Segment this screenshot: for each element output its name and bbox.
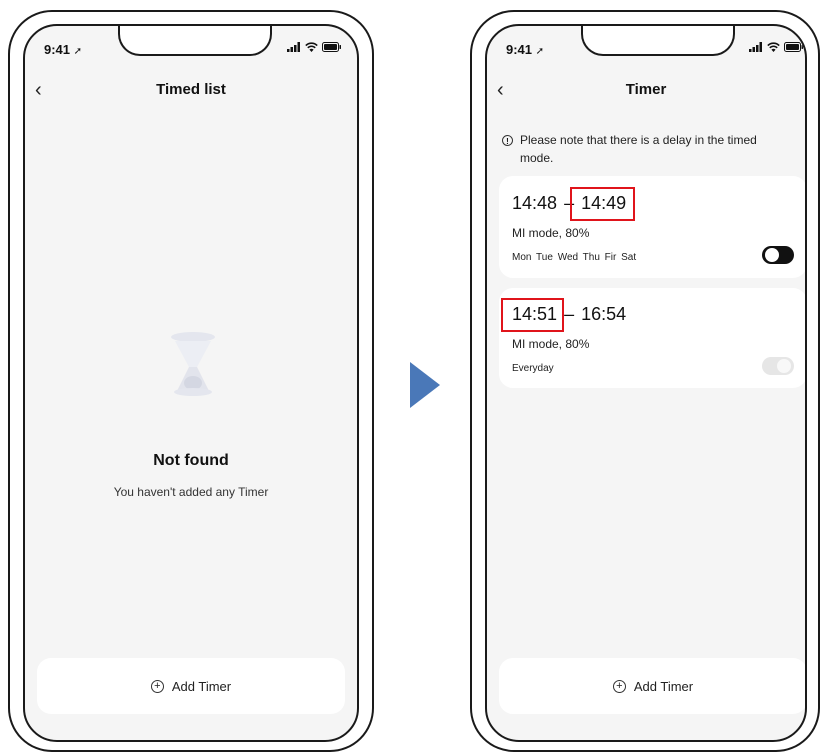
plus-circle-icon: + bbox=[150, 679, 164, 693]
add-timer-label: Add Timer bbox=[633, 678, 694, 694]
battery-icon bbox=[322, 42, 341, 52]
highlight-box bbox=[570, 187, 635, 221]
highlight-box bbox=[501, 298, 564, 332]
page-title: Timed list bbox=[156, 81, 226, 98]
timer-separator: – bbox=[564, 304, 575, 324]
left-phone-screen: 9:41 ➚ ‹ Timed list Not found You haven'… bbox=[23, 24, 359, 742]
page-title: Timer bbox=[625, 81, 667, 98]
signal-icon bbox=[287, 42, 300, 52]
timer-toggle[interactable] bbox=[762, 357, 794, 375]
toggle-knob bbox=[765, 248, 779, 262]
add-timer-label: Add Timer bbox=[171, 678, 232, 694]
empty-state-title: Not found bbox=[153, 452, 229, 469]
notch bbox=[118, 26, 272, 56]
location-arrow-icon: ➚ bbox=[535, 46, 545, 57]
add-timer-button[interactable]: + Add Timer bbox=[499, 658, 805, 714]
timer-toggle[interactable] bbox=[762, 246, 794, 264]
right-phone-screen: 9:41 ➚ ‹ Timer ! Please note that there … bbox=[485, 24, 807, 742]
transition-arrow bbox=[410, 362, 440, 408]
status-icons bbox=[749, 42, 804, 52]
status-time: 9:41 ➚ bbox=[506, 42, 544, 57]
signal-icon bbox=[749, 42, 762, 52]
timer-mode: MI mode, 80% bbox=[512, 226, 590, 240]
timer-start-time: 14:48 bbox=[512, 193, 558, 213]
delay-note: Please note that there is a delay in the… bbox=[520, 133, 757, 165]
hourglass-icon bbox=[171, 332, 215, 396]
location-arrow-icon: ➚ bbox=[73, 46, 83, 57]
toggle-knob bbox=[777, 359, 791, 373]
wifi-icon bbox=[767, 42, 780, 52]
timer-mode: MI mode, 80% bbox=[512, 337, 590, 351]
empty-state-subtitle: You haven't added any Timer bbox=[113, 485, 269, 499]
timer-end-time: 16:54 bbox=[581, 304, 627, 324]
status-time-text: 9:41 bbox=[44, 42, 71, 57]
info-icon: ! bbox=[502, 135, 513, 146]
timer-card[interactable]: 14:51 – 16:54 MI mode, 80% Everyday bbox=[499, 288, 805, 388]
timer-days: Mon Tue Wed Thu Fir Sat bbox=[512, 252, 637, 263]
wifi-icon bbox=[305, 42, 318, 52]
add-timer-button[interactable]: + Add Timer bbox=[37, 658, 345, 714]
status-time-text: 9:41 bbox=[506, 42, 533, 57]
timer-card[interactable]: 14:48 – 14:49 MI mode, 80% Mon Tue Wed T… bbox=[499, 176, 805, 278]
plus-circle-icon: + bbox=[612, 679, 626, 693]
battery-icon bbox=[784, 42, 803, 52]
timer-days: Everyday bbox=[512, 363, 554, 374]
notch bbox=[581, 26, 735, 56]
status-time: 9:41 ➚ bbox=[44, 42, 82, 57]
status-icons bbox=[287, 42, 342, 52]
